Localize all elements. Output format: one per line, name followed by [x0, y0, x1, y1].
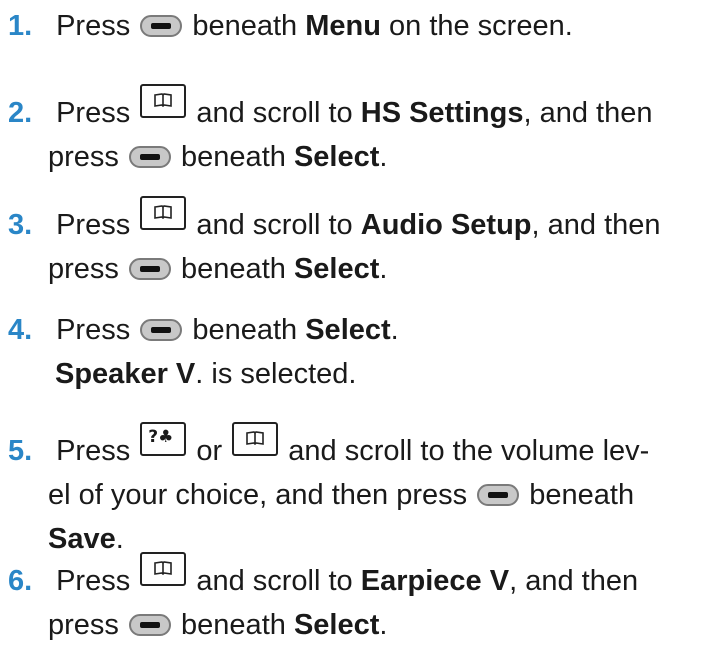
step-text: press [48, 253, 119, 285]
step-4: 4. Press beneath Select. Speaker V. is s… [8, 308, 724, 396]
step-text: and scroll to [196, 565, 353, 597]
phonebook-key-icon [140, 552, 187, 586]
step-text: el of your choice, and then press [48, 479, 468, 511]
step-text: press [48, 141, 119, 173]
step-text: , and then [523, 97, 653, 129]
step-text: Press [56, 97, 131, 129]
step-4-line-1: 4. Press beneath Select. [8, 308, 724, 352]
softkey-icon [140, 319, 183, 341]
step-1-line-1: 1. Press beneath Menu on the screen. [8, 4, 724, 48]
menu-option-label: Earpiece V [360, 565, 510, 597]
step-number: 6. [8, 565, 33, 597]
step-text: Press [56, 10, 131, 42]
step-5-line-2: el of your choice, and then press beneat… [8, 473, 724, 517]
softkey-icon [128, 614, 171, 636]
step-text: Press [56, 565, 131, 597]
step-text: Press [56, 209, 131, 241]
step-text: beneath [529, 479, 635, 511]
phonebook-key-icon [232, 422, 279, 456]
step-text: press [48, 609, 119, 641]
step-5: 5. Press ?♣ or and scroll to the volume … [8, 422, 724, 561]
speaker-volume-label: Speaker V [55, 358, 196, 390]
step-text: and scroll to [196, 209, 353, 241]
step-text: . [379, 253, 388, 285]
step-text: beneath [181, 609, 286, 641]
softkey-icon [477, 484, 520, 506]
step-1: 1. Press beneath Menu on the screen. [8, 4, 724, 48]
step-3-line-1: 3. Press and scroll to Audio Setup, and … [8, 196, 724, 247]
step-number: 3. [8, 209, 33, 241]
phonebook-key-icon [140, 84, 187, 118]
step-text: on the screen. [389, 10, 573, 42]
step-4-line-2: Speaker V. is selected. [8, 352, 724, 396]
step-text: , and then [531, 209, 661, 241]
step-text: beneath [181, 141, 286, 173]
step-text: beneath [192, 314, 298, 346]
softkey-icon [128, 146, 171, 168]
menu-option-label: Audio Setup [360, 209, 532, 241]
step-2: 2. Press and scroll to HS Settings, and … [8, 84, 724, 179]
select-label: Select [305, 314, 391, 346]
step-number: 4. [8, 314, 33, 346]
intercom-key-icon: ?♣ [140, 422, 187, 456]
step-number: 1. [8, 10, 33, 42]
softkey-icon [140, 15, 183, 37]
step-text: and scroll to the volume lev- [288, 435, 650, 467]
step-text: . [379, 609, 388, 641]
step-text: . [115, 523, 124, 555]
step-text: Press [56, 314, 131, 346]
step-text: Press [56, 435, 131, 467]
step-6: 6. Press and scroll to Earpiece V, and t… [8, 552, 724, 647]
step-text: or [196, 435, 223, 467]
step-6-line-2: press beneath Select. [8, 603, 724, 647]
step-2-line-1: 2. Press and scroll to HS Settings, and … [8, 84, 724, 135]
step-number: 5. [8, 435, 33, 467]
step-text: . is selected. [195, 358, 357, 390]
step-text: beneath [181, 253, 286, 285]
step-text: beneath [192, 10, 298, 42]
step-text: and scroll to [196, 97, 353, 129]
phonebook-key-icon [140, 196, 187, 230]
save-label: Save [48, 523, 116, 555]
step-5-line-1: 5. Press ?♣ or and scroll to the volume … [8, 422, 724, 473]
intercom-key-label: ?♣ [148, 427, 174, 447]
softkey-icon [128, 258, 171, 280]
step-number: 2. [8, 97, 33, 129]
step-3-line-2: press beneath Select. [8, 247, 724, 291]
step-6-line-1: 6. Press and scroll to Earpiece V, and t… [8, 552, 724, 603]
select-label: Select [293, 253, 380, 285]
select-label: Select [293, 609, 380, 641]
step-text: . [390, 314, 399, 346]
step-text: , and then [509, 565, 639, 597]
menu-option-label: HS Settings [360, 97, 524, 129]
menu-label: Menu [305, 10, 381, 42]
step-text: . [379, 141, 388, 173]
step-2-line-2: press beneath Select. [8, 135, 724, 179]
step-3: 3. Press and scroll to Audio Setup, and … [8, 196, 724, 291]
select-label: Select [293, 141, 380, 173]
